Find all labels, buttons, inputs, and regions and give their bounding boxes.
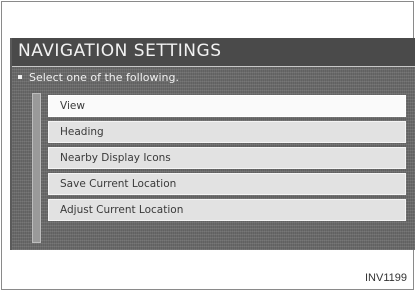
screen-title: NAVIGATION SETTINGS [18, 41, 222, 61]
menu-item-heading[interactable]: Heading [48, 121, 406, 143]
settings-menu: View Heading Nearby Display Icons Save C… [48, 95, 406, 225]
menu-item-label: Save Current Location [60, 178, 177, 190]
menu-item-label: Heading [60, 126, 104, 138]
menu-item-view[interactable]: View [48, 95, 406, 117]
figure-frame: NAVIGATION SETTINGS Select one of the fo… [1, 1, 415, 290]
menu-item-adjust-current-location[interactable]: Adjust Current Location [48, 199, 406, 221]
title-bar: NAVIGATION SETTINGS [12, 38, 415, 67]
figure-code: INV1199 [365, 272, 407, 284]
menu-item-nearby-display-icons[interactable]: Nearby Display Icons [48, 147, 406, 169]
scroll-bar[interactable] [32, 93, 41, 243]
menu-item-label: Adjust Current Location [60, 204, 184, 216]
menu-item-save-current-location[interactable]: Save Current Location [48, 173, 406, 195]
navigation-screen: NAVIGATION SETTINGS Select one of the fo… [10, 38, 415, 250]
menu-item-label: Nearby Display Icons [60, 152, 171, 164]
menu-item-label: View [60, 100, 85, 112]
bullet-icon [18, 75, 22, 79]
instruction-line: Select one of the following. [18, 71, 179, 84]
instruction-text: Select one of the following. [29, 71, 179, 84]
